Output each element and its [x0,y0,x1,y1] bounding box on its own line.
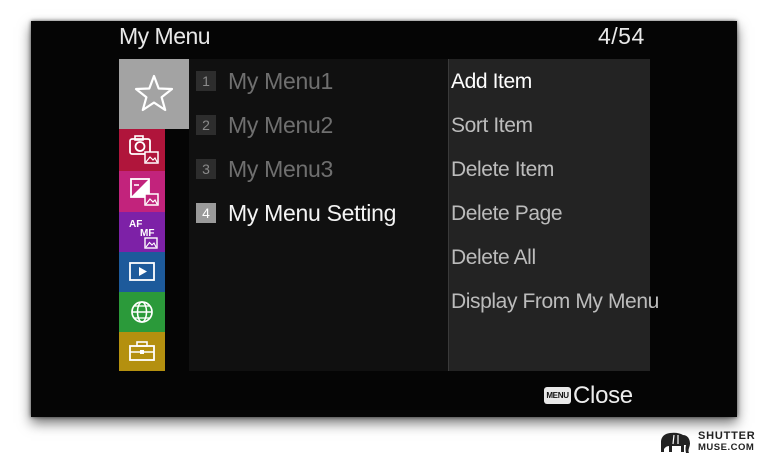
item-number: 4 [196,203,216,223]
page-indicator: 4/54 [598,23,645,49]
camera-icon [129,135,159,164]
submenu-panel: Add Item Sort Item Delete Item Delete Pa… [448,59,659,371]
tab-camera-1[interactable] [119,129,165,171]
item-label: My Menu Setting [228,200,397,226]
star-icon [134,74,174,112]
afmf-icon: AF MF [129,219,158,249]
watermark: SHUTTER MUSE.COM [658,429,764,455]
tab-af-mf[interactable]: AF MF [119,212,165,252]
page-title: My Menu [119,23,211,49]
tab-my-menu[interactable] [119,59,189,129]
exposure-icon [130,178,159,206]
submenu-delete-all[interactable]: Delete All [451,245,536,271]
close-label: Close [573,382,633,409]
menu-key-icon: MENU [544,387,571,404]
item-label: My Menu1 [228,68,333,94]
tab-network[interactable] [119,292,165,332]
submenu-sort-item[interactable]: Sort Item [451,113,533,139]
my-menu-list: 1 My Menu1 2 My Menu2 3 My Menu3 4 My Me… [189,59,448,371]
watermark-line-2: MUSE.COM [698,442,755,453]
submenu-delete-item[interactable]: Delete Item [451,157,554,183]
watermark-line-1: SHUTTER [698,430,756,442]
elephant-logo-icon [661,432,690,453]
play-icon [129,262,155,281]
category-tabs: AF MF [119,59,189,371]
item-label: My Menu2 [228,112,333,138]
submenu-display-from-my-menu[interactable]: Display From My Menu [451,289,659,315]
submenu-add-item[interactable]: Add Item [451,69,532,95]
item-number: 3 [196,159,216,179]
item-label: My Menu3 [228,156,333,182]
globe-icon [131,301,153,323]
tab-camera-2[interactable] [119,171,165,212]
toolbox-icon [129,341,155,361]
submenu-delete-page[interactable]: Delete Page [451,201,563,227]
tab-playback[interactable] [119,252,165,292]
item-number: 2 [196,115,216,135]
tab-setup[interactable] [119,332,165,371]
item-number: 1 [196,71,216,91]
